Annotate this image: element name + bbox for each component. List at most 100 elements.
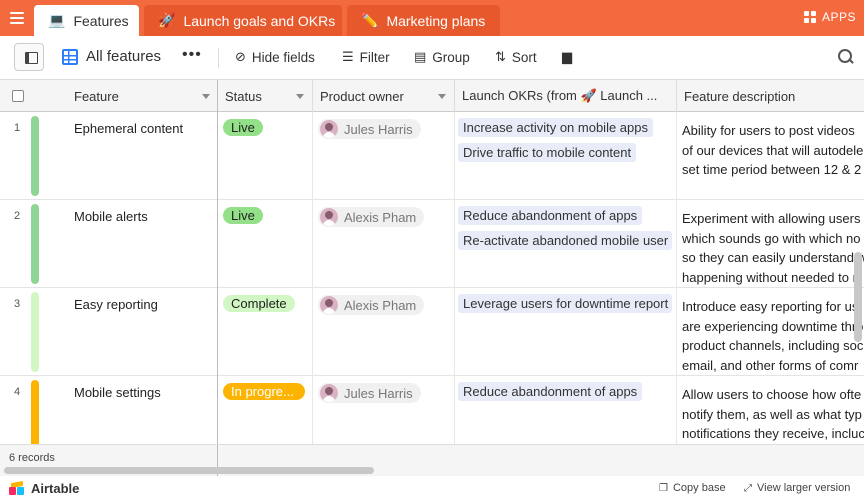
- vertical-scrollbar[interactable]: [854, 252, 862, 342]
- hide-fields-label: Hide fields: [251, 49, 315, 65]
- tab-features[interactable]: 💻 Features: [34, 5, 139, 36]
- horizontal-scrollbar[interactable]: [4, 467, 374, 474]
- view-larger-label: View larger version: [757, 482, 851, 494]
- owner-chip: Alexis Pham: [318, 207, 425, 227]
- view-name: All features: [86, 48, 162, 65]
- frozen-column-divider: [217, 80, 218, 444]
- table-row[interactable]: 4 Mobile settings In progre... Jules Har…: [0, 376, 864, 444]
- table-row[interactable]: 2 Mobile alerts Live Alexis Pham Reduce …: [0, 200, 864, 288]
- description-line: product channels, including soc: [682, 338, 864, 353]
- row-color-icon: ▆: [562, 49, 572, 64]
- filter-button[interactable]: ☰ Filter: [342, 49, 390, 65]
- column-header-feature[interactable]: Feature: [66, 80, 218, 112]
- avatar: [320, 296, 338, 314]
- primary-cell[interactable]: 3 Easy reporting: [0, 288, 217, 376]
- search-icon[interactable]: [838, 49, 854, 65]
- sort-button[interactable]: ⇅ Sort: [495, 49, 537, 65]
- description-cell[interactable]: Ability for users to post videos of our …: [676, 112, 864, 200]
- column-header-status[interactable]: Status: [217, 80, 313, 112]
- okrs-cell[interactable]: Increase activity on mobile apps Drive t…: [454, 112, 677, 200]
- chevron-down-icon[interactable]: [438, 94, 446, 99]
- row-color-bar: [31, 292, 39, 372]
- okrs-cell[interactable]: Leverage users for downtime report: [454, 288, 677, 376]
- embed-brand-bar: Airtable ❐ Copy base ⤢ View larger versi…: [0, 476, 864, 500]
- description-line: are experiencing downtime thro: [682, 318, 864, 334]
- status-cell[interactable]: Live: [217, 200, 313, 288]
- status-cell[interactable]: Live: [217, 112, 313, 200]
- status-cell[interactable]: Complete: [217, 288, 313, 376]
- okr-link[interactable]: Drive traffic to mobile content: [458, 143, 637, 162]
- okr-link[interactable]: Leverage users for downtime report: [458, 294, 672, 313]
- description-line: notify them, as well as what typ: [682, 406, 862, 422]
- description-line: so they can easily understand w: [682, 250, 864, 265]
- primary-cell[interactable]: 4 Mobile settings: [0, 376, 217, 444]
- okrs-cell[interactable]: Reduce abandonment of apps: [454, 376, 677, 444]
- tab-marketing-plans[interactable]: ✏️ Marketing plans: [347, 5, 500, 36]
- grid-view-icon: [62, 48, 78, 65]
- status-badge: Live: [223, 119, 263, 136]
- airtable-logo-icon: [8, 480, 26, 496]
- row-number: 4: [14, 386, 21, 398]
- row-number: 2: [14, 210, 21, 222]
- okr-link[interactable]: Reduce abandonment of apps: [458, 206, 643, 225]
- okr-link[interactable]: Increase activity on mobile apps: [458, 118, 653, 137]
- description-line: notifications they receive, incluc: [682, 426, 864, 441]
- avatar: [320, 120, 338, 138]
- view-switcher[interactable]: All features: [62, 48, 161, 65]
- apps-label: APPS: [821, 10, 856, 24]
- description-cell[interactable]: Introduce easy reporting for us are expe…: [676, 288, 864, 376]
- tab-label: Launch goals and OKRs: [183, 12, 336, 29]
- owner-cell[interactable]: Jules Harris: [312, 376, 455, 444]
- copy-base-label: Copy base: [672, 482, 726, 494]
- primary-cell[interactable]: 2 Mobile alerts: [0, 200, 217, 288]
- description-line: which sounds go with which no: [682, 230, 861, 246]
- hide-fields-button[interactable]: ⊘ Hide fields: [235, 49, 315, 65]
- column-header-launch-okrs[interactable]: Launch OKRs (from 🚀 Launch ...: [454, 80, 677, 112]
- description-cell[interactable]: Allow users to choose how ofte notify th…: [676, 376, 864, 444]
- view-larger-link[interactable]: ⤢ View larger version: [744, 482, 850, 494]
- table-row[interactable]: 1 Ephemeral content Live Jules Harris In…: [0, 112, 864, 200]
- owner-cell[interactable]: Jules Harris: [312, 112, 455, 200]
- apps-button[interactable]: APPS: [803, 10, 856, 24]
- table-row[interactable]: 3 Easy reporting Complete Alexis Pham Le…: [0, 288, 864, 376]
- row-number: 3: [14, 298, 21, 310]
- view-more-button[interactable]: •••: [182, 46, 202, 64]
- rocket-icon: 🚀: [158, 12, 176, 28]
- tab-launch-goals[interactable]: 🚀 Launch goals and OKRs: [144, 5, 342, 36]
- column-label: Feature description: [684, 88, 796, 104]
- owner-cell[interactable]: Alexis Pham: [312, 288, 455, 376]
- primary-cell[interactable]: 1 Ephemeral content: [0, 112, 217, 200]
- row-color-bar: [31, 380, 39, 444]
- chevron-down-icon[interactable]: [202, 94, 210, 99]
- row-color-bar: [31, 116, 39, 196]
- eye-slash-icon: ⊘: [235, 49, 246, 64]
- copy-base-link[interactable]: ❐ Copy base: [659, 482, 726, 494]
- sidebar-toggle-button[interactable]: [14, 43, 44, 71]
- menu-icon[interactable]: [8, 9, 26, 27]
- okrs-cell[interactable]: Reduce abandonment of apps Re-activate a…: [454, 200, 677, 288]
- select-all-checkbox[interactable]: [12, 90, 24, 102]
- row-color-button[interactable]: ▆: [562, 49, 578, 65]
- owner-name: Jules Harris: [344, 385, 413, 401]
- column-label: Feature: [74, 88, 119, 104]
- okr-link[interactable]: Re-activate abandoned mobile user: [458, 231, 672, 250]
- copy-icon: ❐: [659, 482, 668, 494]
- column-header-feature-description[interactable]: Feature description: [676, 80, 864, 112]
- chevron-down-icon[interactable]: [296, 94, 304, 99]
- group-button[interactable]: ▤ Group: [414, 49, 470, 65]
- record-count: 6 records: [9, 452, 55, 464]
- column-header-product-owner[interactable]: Product owner: [312, 80, 455, 112]
- okr-link[interactable]: Reduce abandonment of apps: [458, 382, 643, 401]
- owner-chip: Jules Harris: [318, 119, 421, 139]
- description-line: happening without needed to r: [682, 269, 857, 285]
- airtable-logo-link[interactable]: Airtable: [8, 480, 79, 496]
- description-cell[interactable]: Experiment with allowing users which sou…: [676, 200, 864, 288]
- status-cell[interactable]: In progre...: [217, 376, 313, 444]
- avatar: [320, 208, 338, 226]
- owner-cell[interactable]: Alexis Pham: [312, 200, 455, 288]
- row-color-bar: [31, 204, 39, 284]
- status-badge: Complete: [223, 295, 295, 312]
- records-grid: Feature Status Product owner Launch OKRs…: [0, 80, 864, 444]
- tab-label: Marketing plans: [386, 12, 486, 29]
- owner-name: Alexis Pham: [344, 297, 417, 313]
